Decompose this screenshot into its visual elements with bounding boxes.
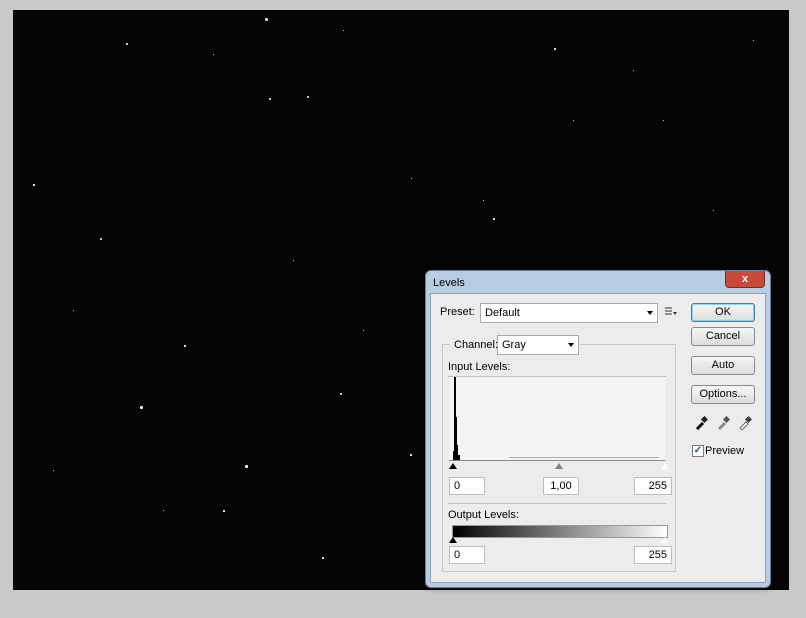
star xyxy=(33,184,35,186)
input-gamma-slider[interactable] xyxy=(555,463,563,469)
output-white-slider[interactable] xyxy=(661,537,669,543)
output-levels-label: Output Levels: xyxy=(448,509,519,521)
star xyxy=(493,218,495,220)
input-white-field[interactable]: 255 xyxy=(634,477,672,495)
star xyxy=(53,470,54,471)
channel-label: Channel: xyxy=(454,339,499,351)
star xyxy=(163,510,164,511)
star xyxy=(184,345,186,347)
output-black-slider[interactable] xyxy=(449,537,457,543)
input-levels-label: Input Levels: xyxy=(448,361,511,373)
preview-checkbox[interactable]: ✓ xyxy=(692,445,704,457)
star xyxy=(265,18,268,21)
star xyxy=(411,178,412,179)
star xyxy=(223,510,225,512)
cancel-button[interactable]: Cancel xyxy=(691,327,755,346)
input-white-slider[interactable] xyxy=(661,463,669,469)
star xyxy=(663,120,664,121)
star xyxy=(573,120,574,121)
input-black-field[interactable]: 0 xyxy=(449,477,485,495)
star xyxy=(213,54,214,55)
preset-label: Preset: xyxy=(440,306,475,318)
histogram xyxy=(449,377,665,461)
star xyxy=(100,238,102,240)
star xyxy=(293,260,294,261)
dialog-title: Levels xyxy=(433,277,465,289)
ok-button[interactable]: OK xyxy=(691,303,755,322)
input-gamma-field[interactable]: 1,00 xyxy=(543,477,579,495)
divider xyxy=(448,503,666,504)
star xyxy=(73,310,74,311)
auto-button[interactable]: Auto xyxy=(691,356,755,375)
channel-value: Gray xyxy=(502,339,526,351)
star xyxy=(410,454,412,456)
chevron-down-icon xyxy=(568,343,574,347)
star xyxy=(269,98,271,100)
star xyxy=(633,70,634,71)
options-button[interactable]: Options... xyxy=(691,385,755,404)
preview-label: Preview xyxy=(705,445,745,457)
preset-value: Default xyxy=(485,307,520,319)
output-white-field[interactable]: 255 xyxy=(634,546,672,564)
channel-dropdown[interactable]: Gray xyxy=(497,335,579,355)
star xyxy=(140,406,143,409)
input-black-slider[interactable] xyxy=(449,463,457,469)
chevron-down-icon xyxy=(647,311,653,315)
black-eyedropper-icon[interactable] xyxy=(694,416,708,430)
gray-eyedropper-icon[interactable] xyxy=(716,416,730,430)
star xyxy=(340,393,342,395)
star xyxy=(343,30,344,31)
star xyxy=(363,330,364,331)
star xyxy=(483,200,484,201)
star xyxy=(554,48,556,50)
close-icon[interactable]: x xyxy=(725,271,765,288)
preset-dropdown[interactable]: Default xyxy=(480,303,658,323)
star xyxy=(322,557,324,559)
output-gradient xyxy=(452,525,668,538)
output-black-field[interactable]: 0 xyxy=(449,546,485,564)
star xyxy=(307,96,309,98)
star xyxy=(245,465,248,468)
star xyxy=(126,43,128,45)
presets-menu-icon[interactable] xyxy=(664,306,678,318)
white-eyedropper-icon[interactable] xyxy=(738,416,752,430)
star xyxy=(713,210,714,211)
star xyxy=(753,40,754,41)
dialog-titlebar[interactable]: Levels x xyxy=(426,271,770,293)
